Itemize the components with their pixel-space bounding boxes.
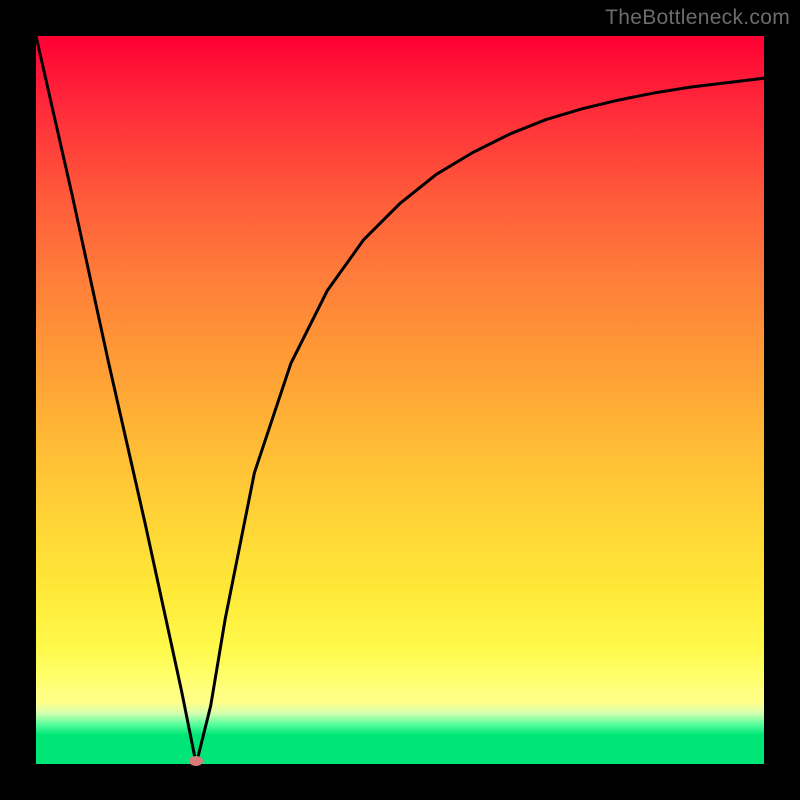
chart-frame: TheBottleneck.com — [0, 0, 800, 800]
plot-area — [36, 36, 764, 764]
min-marker — [189, 756, 203, 766]
watermark-text: TheBottleneck.com — [605, 6, 790, 30]
bottleneck-curve — [36, 36, 764, 764]
